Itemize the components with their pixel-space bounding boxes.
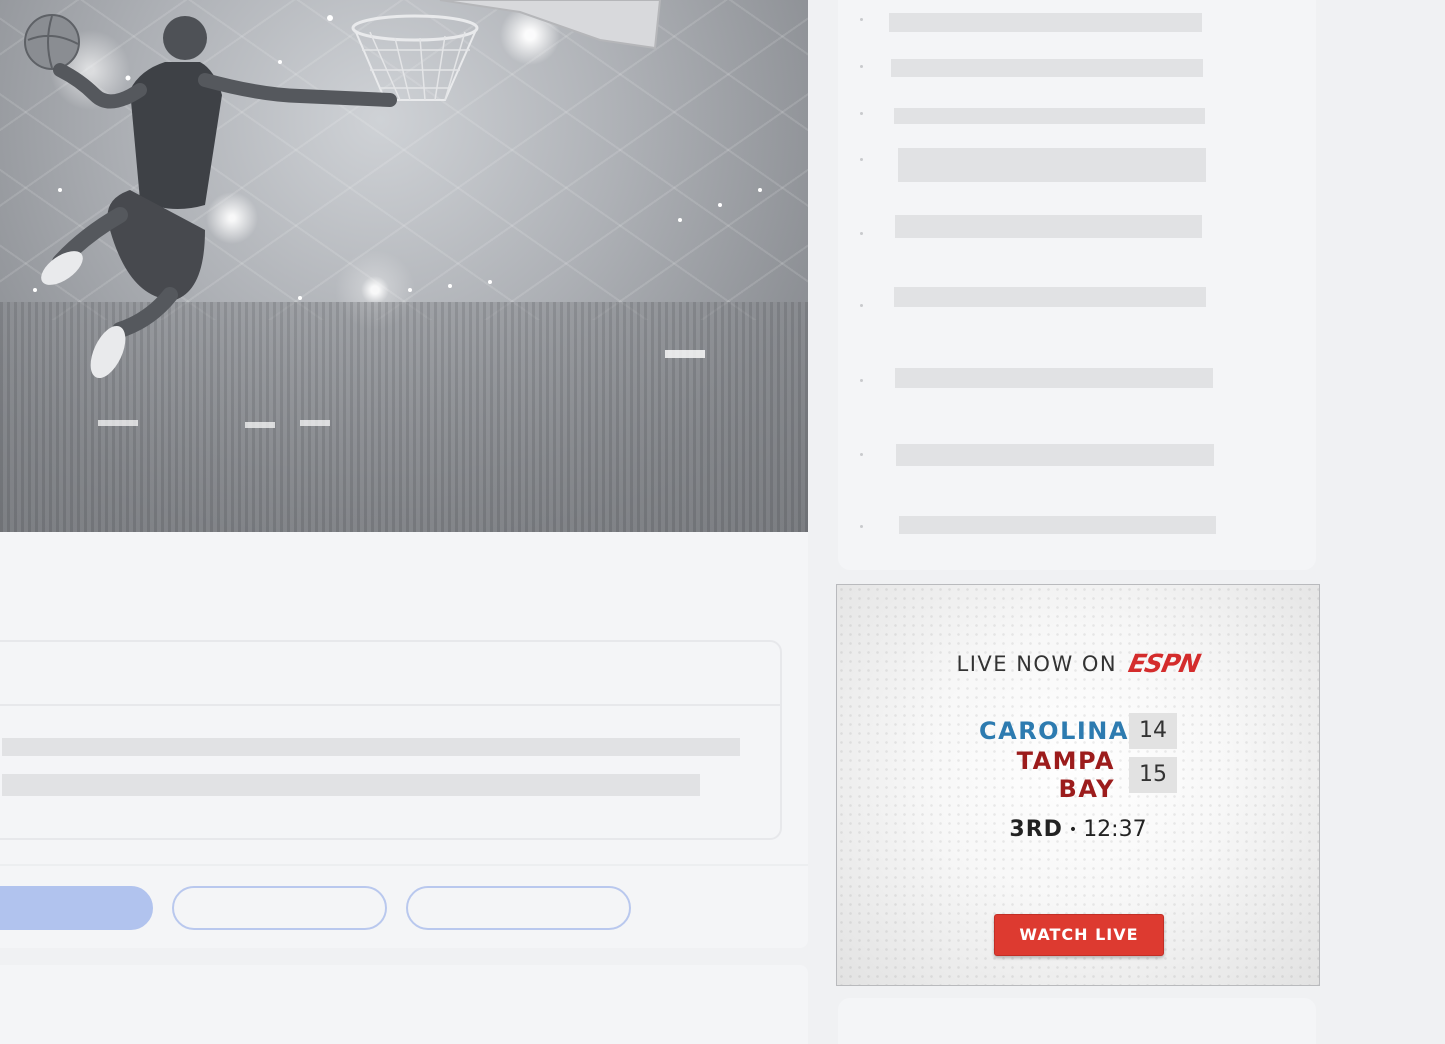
- team-score: 15: [1129, 757, 1177, 793]
- section-divider: [0, 864, 808, 866]
- skeleton-line: [894, 108, 1205, 124]
- bullet-icon: [860, 453, 863, 456]
- skeleton-line: [895, 368, 1213, 388]
- sidebar-next-card: [838, 998, 1316, 1044]
- clock-separator: •: [1068, 821, 1078, 838]
- filter-pill-active[interactable]: [0, 886, 153, 930]
- basketball-dunk-photo-icon: [24, 0, 762, 428]
- skeleton-line: [899, 516, 1216, 534]
- team-name: TAMPA BAY: [1016, 747, 1115, 803]
- content-box: [0, 640, 782, 840]
- skeleton-line: [896, 444, 1214, 466]
- filter-pill[interactable]: [172, 886, 387, 930]
- game-clock: 3RD • 12:37: [837, 817, 1319, 842]
- bullet-icon: [860, 158, 863, 161]
- sidebar-list-item[interactable]: [838, 2, 1316, 42]
- sidebar-list-item[interactable]: [838, 512, 1316, 552]
- sidebar-list-card: [838, 0, 1316, 570]
- live-score-ad[interactable]: LIVE NOW ON ESPN CAROLINA 14 TAMPA BAY 1…: [836, 584, 1320, 986]
- skeleton-line: [898, 148, 1206, 182]
- live-now-label: LIVE NOW ON: [956, 651, 1118, 676]
- sidebar-list-item[interactable]: [838, 440, 1316, 480]
- sidebar-list-item[interactable]: [838, 50, 1316, 90]
- watch-live-button[interactable]: WATCH LIVE: [994, 914, 1164, 956]
- content-box-divider: [0, 704, 780, 706]
- sidebar-list-item[interactable]: [838, 98, 1316, 138]
- team-row-carolina: CAROLINA 14: [837, 713, 1319, 749]
- bullet-icon: [860, 18, 863, 21]
- filter-pill[interactable]: [406, 886, 631, 930]
- team-score: 14: [1129, 713, 1177, 749]
- skeleton-line: [2, 774, 700, 796]
- live-now-header: LIVE NOW ON ESPN: [837, 649, 1319, 678]
- next-card: [0, 965, 808, 1044]
- skeleton-line: [895, 215, 1202, 238]
- sidebar-list-item[interactable]: [838, 146, 1316, 186]
- hero-image[interactable]: [0, 0, 808, 532]
- sidebar-list-item[interactable]: [838, 212, 1316, 252]
- bullet-icon: [860, 232, 863, 235]
- bullet-icon: [860, 112, 863, 115]
- main-article-card: [0, 0, 808, 948]
- bullet-icon: [860, 304, 863, 307]
- bullet-icon: [860, 65, 863, 68]
- skeleton-line: [891, 59, 1203, 77]
- espn-logo: ESPN: [1126, 649, 1203, 678]
- bullet-icon: [860, 379, 863, 382]
- skeleton-line: [889, 13, 1202, 32]
- sidebar-list-item[interactable]: [838, 366, 1316, 406]
- game-period: 3RD: [1009, 817, 1063, 842]
- team-name: CAROLINA: [979, 717, 1129, 745]
- team-row-tampa-bay: TAMPA BAY 15: [837, 747, 1319, 803]
- skeleton-line: [894, 287, 1206, 307]
- skeleton-line: [2, 738, 740, 756]
- bullet-icon: [860, 525, 863, 528]
- sidebar-list-item[interactable]: [838, 284, 1316, 324]
- game-time: 12:37: [1083, 817, 1147, 842]
